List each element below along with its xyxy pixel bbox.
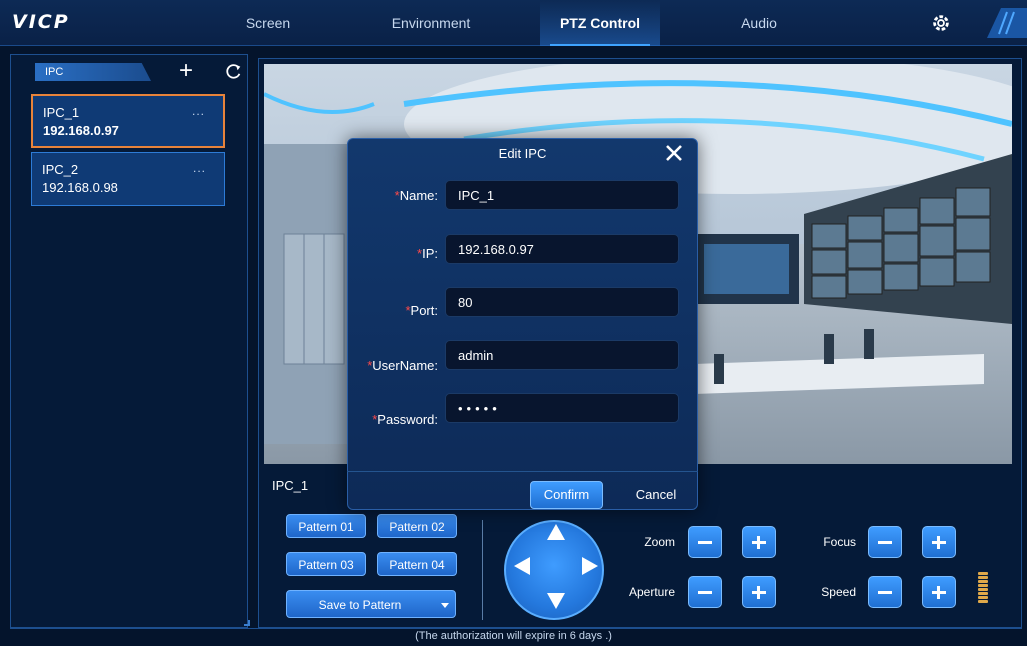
zoom-in-button[interactable] bbox=[742, 526, 776, 558]
cancel-button[interactable]: Cancel bbox=[626, 481, 686, 509]
arrow-down-icon[interactable] bbox=[547, 593, 565, 609]
aperture-increase-button[interactable] bbox=[742, 576, 776, 608]
top-nav-bar: VICP Screen Environment PTZ Control Audi… bbox=[0, 0, 1027, 46]
name-field-label: *Name: bbox=[394, 188, 438, 203]
tab-audio[interactable]: Audio bbox=[724, 0, 794, 46]
panel-corner-decoration bbox=[244, 620, 250, 626]
speed-level-bar bbox=[978, 592, 988, 595]
camera-name-label: IPC_1 bbox=[272, 478, 309, 493]
app-logo: VICP bbox=[12, 11, 70, 33]
tab-ptz-control[interactable]: PTZ Control bbox=[540, 0, 660, 46]
arrow-up-icon[interactable] bbox=[547, 524, 565, 540]
speed-level-bar bbox=[978, 580, 988, 583]
pattern-02-button[interactable]: Pattern 02 bbox=[377, 514, 457, 538]
confirm-button[interactable]: Confirm bbox=[530, 481, 603, 509]
username-input[interactable] bbox=[445, 340, 679, 370]
speed-level-bar bbox=[978, 576, 988, 579]
aperture-label: Aperture bbox=[628, 585, 675, 599]
refresh-icon[interactable] bbox=[225, 63, 243, 81]
close-icon[interactable] bbox=[664, 143, 684, 163]
zoom-label: Zoom bbox=[644, 535, 675, 549]
device-ip: 192.168.0.98 bbox=[42, 180, 118, 195]
name-input[interactable] bbox=[445, 180, 679, 210]
speed-level-bar bbox=[978, 596, 988, 599]
dialog-footer-divider bbox=[347, 471, 698, 472]
password-field-label: *Password: bbox=[372, 412, 438, 427]
focus-increase-button[interactable] bbox=[922, 526, 956, 558]
chevron-down-icon bbox=[441, 603, 449, 608]
save-to-pattern-dropdown[interactable]: Save to Pattern bbox=[286, 590, 456, 618]
device-list-header: IPC bbox=[35, 63, 151, 81]
pattern-03-button[interactable]: Pattern 03 bbox=[286, 552, 366, 576]
zoom-out-button[interactable] bbox=[688, 526, 722, 558]
control-divider bbox=[482, 520, 483, 620]
save-to-pattern-label: Save to Pattern bbox=[318, 598, 402, 612]
device-item-ipc-1[interactable]: IPC_1 192.168.0.97 ... bbox=[31, 94, 225, 148]
focus-decrease-button[interactable] bbox=[868, 526, 902, 558]
footer-divider bbox=[10, 628, 1022, 629]
speed-decrease-button[interactable] bbox=[868, 576, 902, 608]
ip-field-label: *IP: bbox=[417, 246, 438, 261]
pattern-04-button[interactable]: Pattern 04 bbox=[377, 552, 457, 576]
aperture-decrease-button[interactable] bbox=[688, 576, 722, 608]
gear-icon[interactable] bbox=[930, 12, 952, 34]
speed-label: Speed bbox=[821, 585, 856, 599]
port-input[interactable] bbox=[445, 287, 679, 317]
plus-icon[interactable]: + bbox=[175, 59, 197, 83]
speed-level-bar bbox=[978, 572, 988, 575]
authorization-notice: (The authorization will expire in 6 days… bbox=[415, 630, 612, 642]
focus-label: Focus bbox=[823, 535, 856, 549]
ip-input[interactable] bbox=[445, 234, 679, 264]
more-options-icon[interactable]: ... bbox=[192, 104, 205, 118]
password-input[interactable] bbox=[445, 393, 679, 423]
speed-level-bar bbox=[978, 600, 988, 603]
username-field-label: *UserName: bbox=[367, 358, 438, 373]
tab-screen[interactable]: Screen bbox=[228, 0, 308, 46]
speed-level-meter bbox=[978, 572, 988, 608]
port-field-label: *Port: bbox=[405, 303, 438, 318]
speed-level-bar bbox=[978, 584, 988, 587]
corner-decoration bbox=[987, 8, 1027, 38]
device-ip: 192.168.0.97 bbox=[43, 123, 119, 138]
dialog-title: Edit IPC bbox=[498, 146, 547, 161]
speed-increase-button[interactable] bbox=[922, 576, 956, 608]
more-options-icon[interactable]: ... bbox=[193, 161, 206, 175]
device-item-ipc-2[interactable]: IPC_2 192.168.0.98 ... bbox=[31, 152, 225, 206]
tab-environment[interactable]: Environment bbox=[376, 0, 486, 46]
arrow-right-icon[interactable] bbox=[582, 557, 598, 575]
speed-level-bar bbox=[978, 588, 988, 591]
arrow-left-icon[interactable] bbox=[514, 557, 530, 575]
pattern-01-button[interactable]: Pattern 01 bbox=[286, 514, 366, 538]
